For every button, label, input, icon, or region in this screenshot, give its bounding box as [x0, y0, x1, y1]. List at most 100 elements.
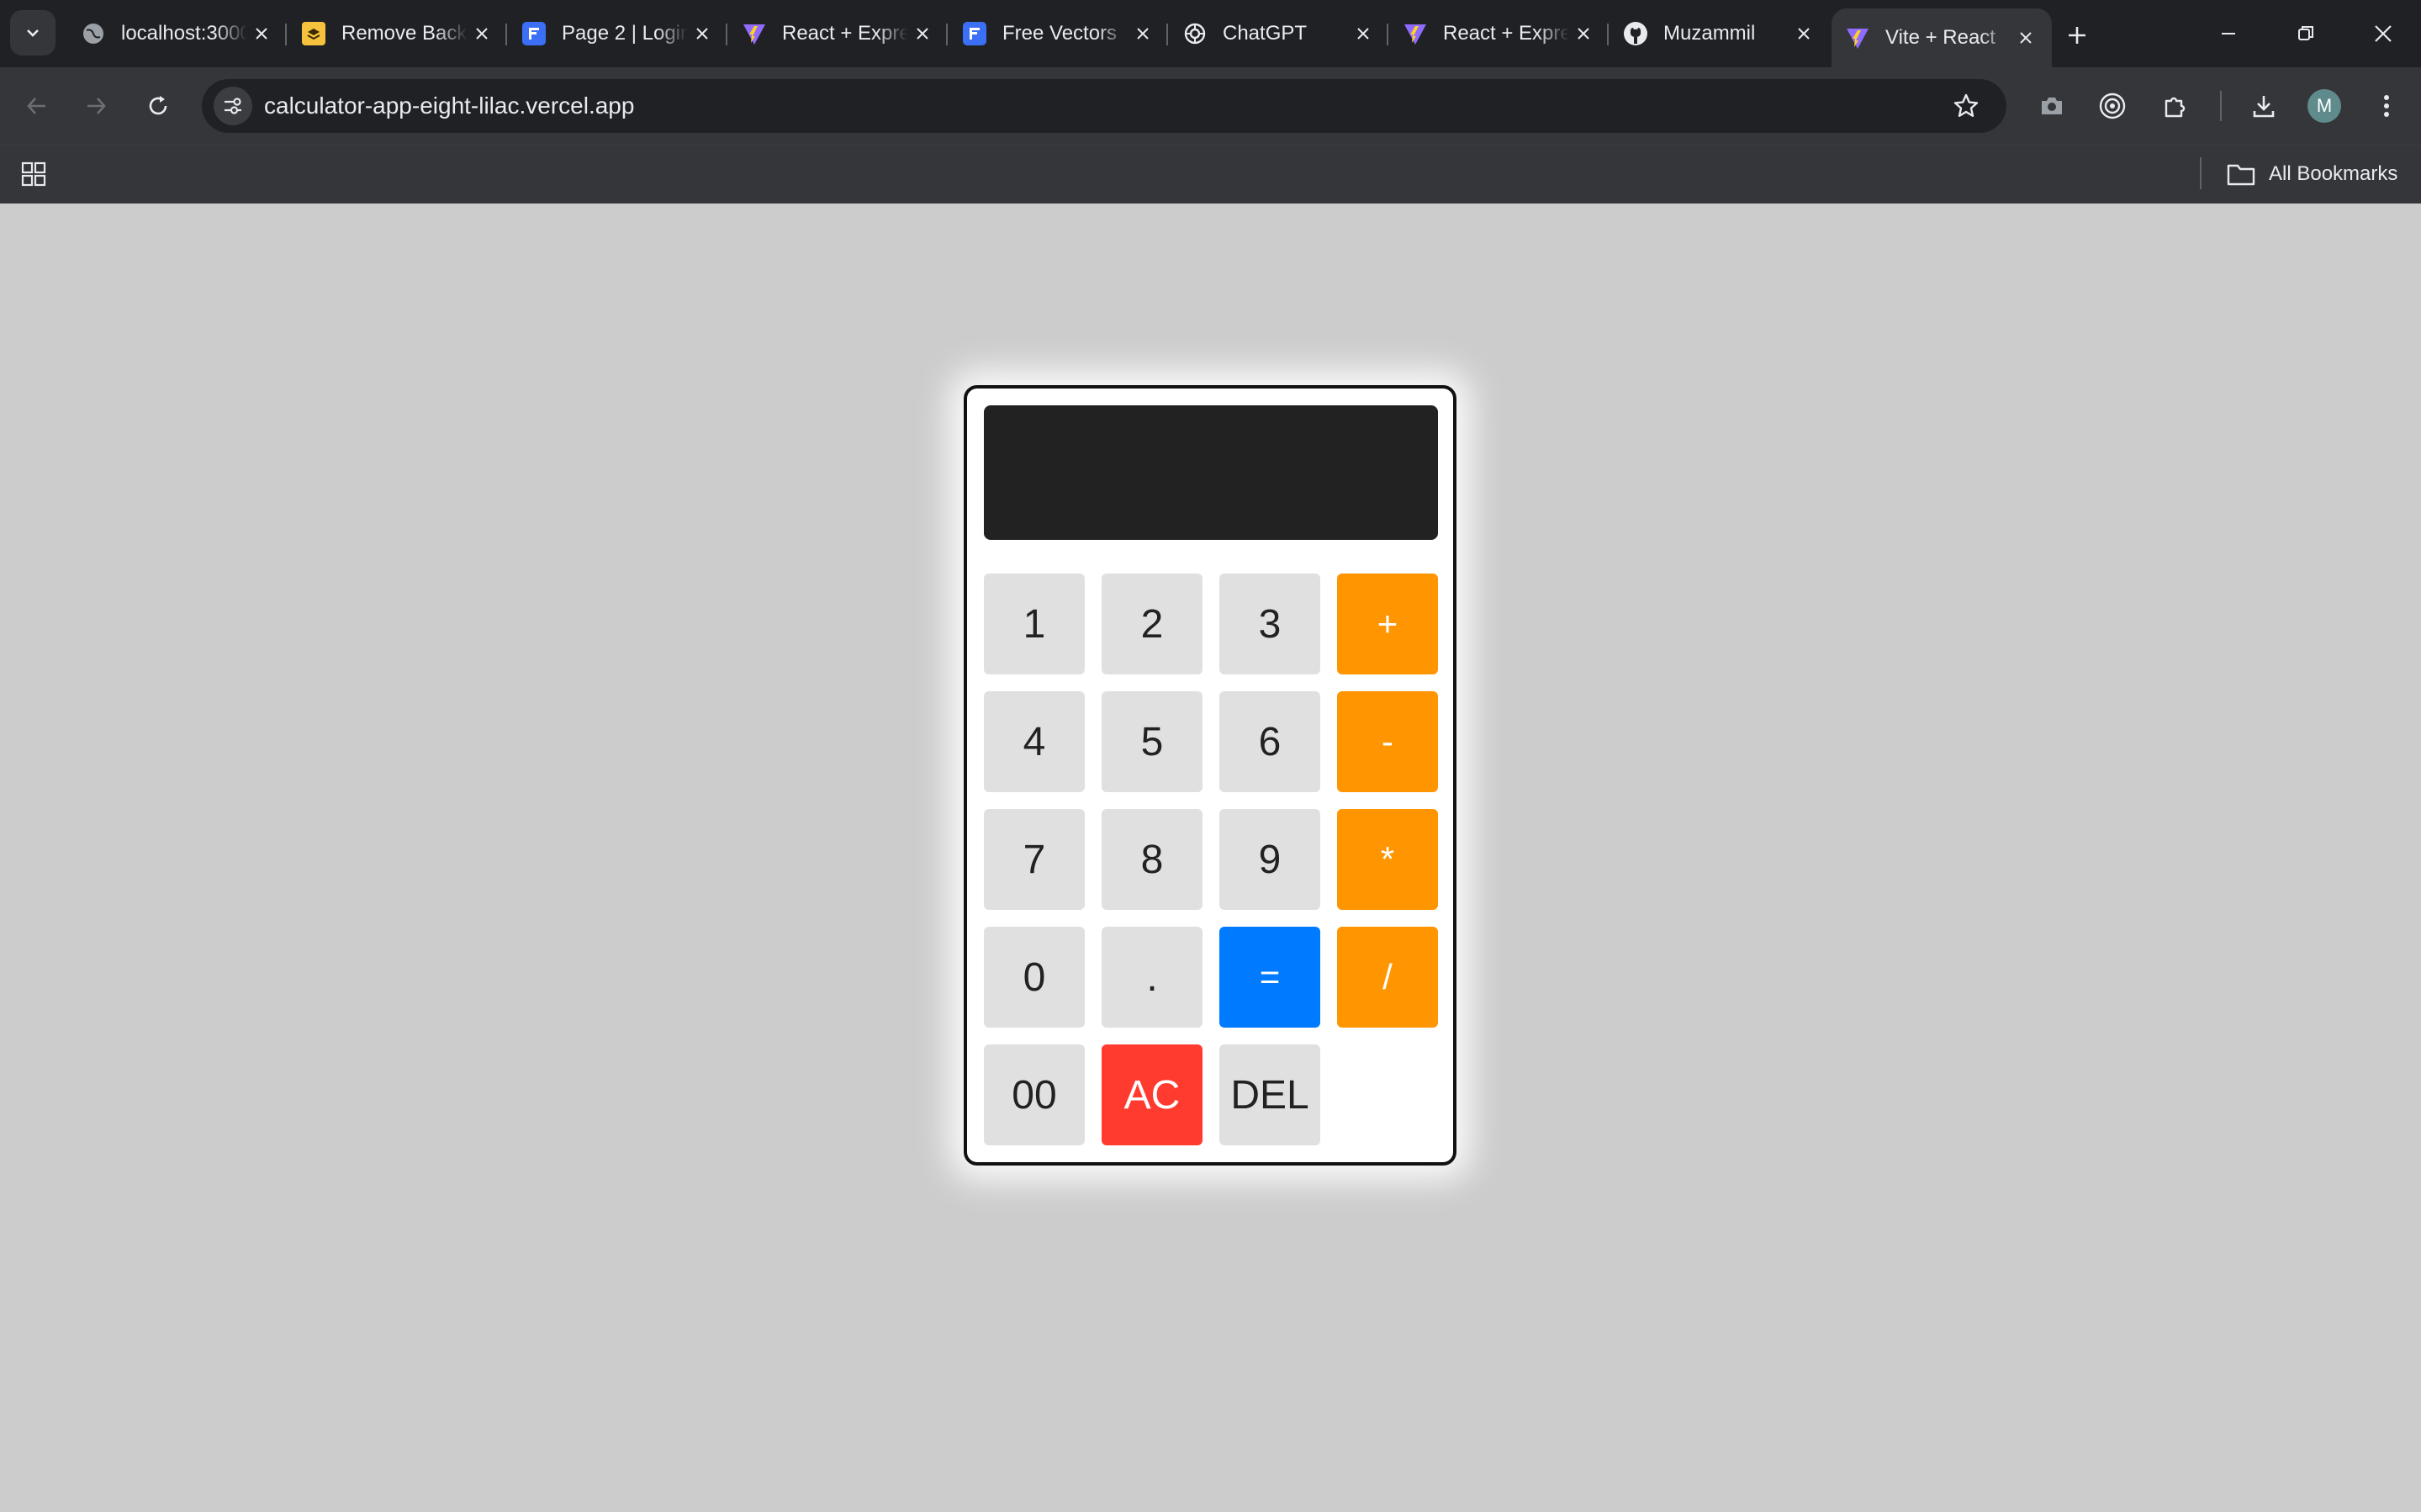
target-icon: [2099, 93, 2126, 119]
arrow-right-icon: [87, 98, 106, 114]
key-equals[interactable]: =: [1219, 927, 1320, 1028]
tab-title: Free Vectors: [1002, 22, 1118, 45]
tab-localhost[interactable]: localhost:3000: [67, 8, 288, 59]
url-text: calculator-app-eight-lilac.vercel.app: [264, 93, 635, 119]
tab-title: ChatGPT: [1223, 22, 1308, 45]
tab-separator: [1607, 24, 1609, 45]
tab-title: Muzammil: [1663, 22, 1756, 45]
downloads-button[interactable]: [2244, 86, 2284, 126]
tab-title: React + Express: [1443, 22, 1569, 45]
tab-separator: [946, 24, 948, 45]
restore-icon: [2298, 26, 2313, 40]
apps-button[interactable]: [17, 157, 50, 191]
calculator-display: [984, 405, 1438, 540]
key-9[interactable]: 9: [1219, 809, 1320, 910]
profile-avatar[interactable]: M: [2307, 89, 2341, 123]
key-7[interactable]: 7: [984, 809, 1085, 910]
close-window-button[interactable]: [2351, 12, 2415, 56]
layers-icon: [301, 21, 326, 46]
vite-icon: [742, 21, 767, 46]
key-subtract[interactable]: -: [1337, 691, 1438, 792]
key-decimal[interactable]: .: [1102, 927, 1203, 1028]
close-icon[interactable]: [688, 19, 716, 48]
extension-button[interactable]: [2092, 86, 2133, 126]
apps-grid-icon: [21, 161, 46, 187]
formstack-icon: [962, 21, 987, 46]
close-icon[interactable]: [1789, 19, 1818, 48]
tab-title: Vite + React: [1885, 26, 1995, 49]
key-3[interactable]: 3: [1219, 574, 1320, 674]
toolbar-separator: [2220, 91, 2222, 121]
tab-remove-background[interactable]: Remove Background: [288, 8, 508, 59]
key-4[interactable]: 4: [984, 691, 1085, 792]
key-add[interactable]: +: [1337, 574, 1438, 674]
globe-icon: [81, 21, 106, 46]
calculator: 1 2 3 + 4 5 6 - 7 8 9 * 0 . = / 00 AC DE…: [964, 385, 1456, 1166]
back-button[interactable]: [17, 86, 57, 126]
download-icon: [2253, 96, 2275, 118]
screenshot-button[interactable]: [2032, 86, 2072, 126]
tab-page-2[interactable]: Page 2 | Login: [508, 8, 728, 59]
key-delete[interactable]: DEL: [1219, 1044, 1320, 1145]
tab-title: React + Express: [782, 22, 908, 45]
close-icon[interactable]: [1129, 19, 1157, 48]
key-multiply[interactable]: *: [1337, 809, 1438, 910]
star-icon: [1953, 93, 1979, 117]
minimize-button[interactable]: [2196, 12, 2260, 56]
tab-strip: localhost:3000 Remove Background Page 2 …: [0, 0, 2421, 67]
key-all-clear[interactable]: AC: [1102, 1044, 1203, 1145]
tab-chatgpt[interactable]: ChatGPT: [1169, 8, 1389, 59]
tune-icon: [225, 98, 241, 114]
close-icon[interactable]: [1569, 19, 1598, 48]
all-bookmarks-label: All Bookmarks: [2269, 162, 2398, 185]
tab-separator: [285, 24, 287, 45]
extensions-menu-button[interactable]: [2154, 86, 2195, 126]
tab-separator: [726, 24, 727, 45]
tab-title: localhost:3000: [121, 22, 247, 45]
vite-icon: [1403, 21, 1428, 46]
new-tab-button[interactable]: [2059, 17, 2096, 54]
bookmarks-bar: All Bookmarks: [0, 145, 2421, 204]
tab-search-button[interactable]: [10, 10, 56, 56]
close-icon[interactable]: [2011, 24, 2040, 52]
formstack-icon: [521, 21, 547, 46]
tab-react-express-2[interactable]: React + Express: [1389, 8, 1610, 59]
restore-button[interactable]: [2274, 12, 2338, 56]
all-bookmarks-button[interactable]: All Bookmarks: [2227, 156, 2397, 193]
puzzle-icon: [2165, 97, 2186, 118]
arrow-left-icon: [27, 98, 45, 114]
close-icon[interactable]: [908, 19, 937, 48]
key-8[interactable]: 8: [1102, 809, 1203, 910]
reload-button[interactable]: [138, 86, 178, 126]
key-6[interactable]: 6: [1219, 691, 1320, 792]
camera-icon: [2042, 98, 2062, 114]
key-double-zero[interactable]: 00: [984, 1044, 1085, 1145]
close-icon[interactable]: [247, 19, 276, 48]
key-divide[interactable]: /: [1337, 927, 1438, 1028]
key-2[interactable]: 2: [1102, 574, 1203, 674]
github-icon: [1623, 21, 1648, 46]
close-icon[interactable]: [1349, 19, 1377, 48]
key-5[interactable]: 5: [1102, 691, 1203, 792]
key-1[interactable]: 1: [984, 574, 1085, 674]
tab-free-vectors[interactable]: Free Vectors: [949, 8, 1169, 59]
bookmarks-separator: [2200, 157, 2202, 189]
chrome-menu-button[interactable]: [2366, 86, 2407, 126]
tab-vite-react[interactable]: Vite + React: [1832, 8, 2052, 67]
tab-separator: [1166, 24, 1168, 45]
close-icon[interactable]: [468, 19, 496, 48]
tab-separator: [505, 24, 507, 45]
more-vert-icon: [2384, 95, 2389, 117]
key-0[interactable]: 0: [984, 927, 1085, 1028]
forward-button[interactable]: [76, 86, 116, 126]
minimize-icon: [2222, 33, 2235, 34]
openai-icon: [1182, 21, 1208, 46]
site-info-button[interactable]: [214, 87, 252, 125]
bookmark-star-button[interactable]: [1949, 89, 1983, 123]
reload-icon: [149, 96, 167, 115]
tab-title: Remove Background: [341, 22, 468, 45]
tab-react-express[interactable]: React + Express: [728, 8, 949, 59]
tab-github[interactable]: Muzammil: [1610, 8, 1830, 59]
vite-icon: [1845, 25, 1870, 50]
address-bar[interactable]: calculator-app-eight-lilac.vercel.app: [202, 79, 2006, 133]
